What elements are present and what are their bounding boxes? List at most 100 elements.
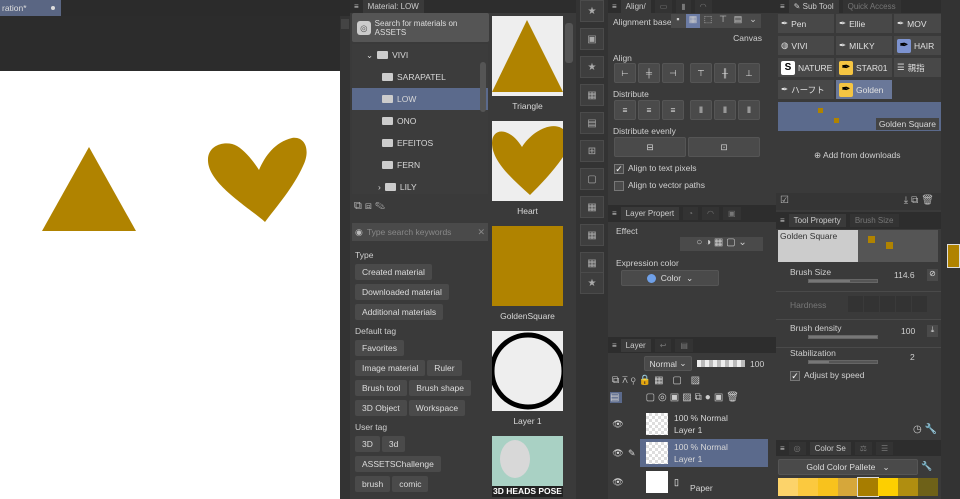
pressure-icon[interactable]: ⊘ — [927, 269, 938, 281]
color-set-tab[interactable]: Color Se — [809, 441, 851, 455]
layer-row[interactable]: 👁 100 % Normal Layer 1 — [608, 410, 768, 438]
distribute-vcenter-button[interactable]: ≡ — [638, 100, 660, 120]
folder-low[interactable]: LOW — [352, 88, 488, 110]
paper-layer-row[interactable]: 👁 ▯ Paper — [608, 468, 768, 496]
folder-vivi[interactable]: ⌄ VIVI — [352, 44, 488, 66]
align-right-button[interactable]: ⊣ — [662, 63, 684, 83]
frame-folder-icon[interactable]: ▤ — [580, 112, 604, 134]
color-swatch[interactable] — [778, 478, 798, 496]
distribute-evenly-vertical-button[interactable]: ⊟ — [614, 137, 686, 157]
subtool-halftone[interactable]: ✒ ハーフト — [778, 80, 834, 99]
tag-comic[interactable]: comic — [392, 476, 429, 492]
subtool-nature[interactable]: S NATURE — [778, 58, 834, 77]
tag-assetschallenge[interactable]: ASSETSChallenge — [355, 456, 441, 472]
align-left-button[interactable]: ⊢ — [614, 63, 636, 83]
grid-folder-icon[interactable]: ▦ — [580, 196, 604, 218]
wrench-icon[interactable]: 🔧 — [925, 424, 937, 435]
material-item-heart[interactable] — [492, 121, 563, 201]
tag-3d[interactable]: 3d — [381, 436, 406, 452]
color-swatch[interactable] — [798, 478, 818, 496]
tab-3[interactable]: ▤ — [675, 338, 693, 352]
hardness-selector[interactable] — [848, 296, 928, 312]
tag-favorites[interactable]: Favorites — [355, 340, 404, 356]
tag-3D[interactable]: 3D — [355, 436, 380, 452]
chevron-down-icon[interactable]: ⌄ — [746, 14, 760, 28]
subtool-hair[interactable]: ✒ HAIR — [894, 36, 941, 55]
tag-ruler[interactable]: Ruler — [427, 360, 462, 376]
layer-row-selected[interactable]: 👁 ✎ 100 % Normal Layer 1 — [608, 439, 768, 467]
download-icon[interactable]: ⤓ — [927, 325, 938, 337]
canvas-paper[interactable] — [0, 71, 340, 499]
menu-icon[interactable]: ≡ — [612, 2, 617, 11]
menu-icon[interactable]: ≡ — [354, 2, 359, 11]
material-item-layer1[interactable] — [489, 331, 567, 411]
tag-3d-object[interactable]: 3D Object — [355, 400, 407, 416]
material-item-3d-heads[interactable]: 3D HEADS POSE — [492, 436, 563, 497]
color-swatch[interactable] — [918, 478, 938, 496]
stabilization-slider[interactable] — [808, 360, 878, 364]
reset-icon[interactable]: ◷ — [913, 424, 922, 435]
align-text-pixels-checkbox[interactable]: ✓ Align to text pixels — [614, 163, 697, 174]
brush-size-tab[interactable]: Brush Size — [849, 214, 899, 227]
distribute-evenly-horizontal-button[interactable]: ⊡ — [688, 137, 760, 157]
menu-icon[interactable]: ≡ — [780, 2, 785, 11]
alignment-base-selector[interactable]: ▪ ▦ ⬚ ⊤ ▤ ⌄ — [671, 14, 761, 28]
align-hcenter-button[interactable]: ╪ — [638, 63, 660, 83]
tab-4[interactable]: ☰ — [875, 441, 894, 455]
base-area-icon[interactable]: ⬚ — [701, 14, 715, 28]
tag-brush[interactable]: brush — [355, 476, 391, 492]
material-item-goldensquare[interactable] — [492, 226, 563, 306]
effect-buttons[interactable]: ○ ◑ ▦ ▢ ⌄ — [680, 237, 763, 251]
thumb-scrollbar[interactable] — [565, 23, 573, 63]
folder-ono[interactable]: ONO — [352, 110, 488, 132]
wrench-icon[interactable]: 🔧 — [921, 461, 932, 472]
subtool-ellie[interactable]: ✒ Ellie — [836, 14, 892, 33]
pattern-folder-icon[interactable]: ⊞ — [580, 140, 604, 162]
add-from-downloads-button[interactable]: ⊕ Add from downloads — [814, 150, 901, 161]
menu-icon[interactable]: ≡ — [612, 209, 617, 218]
eye-icon[interactable]: 👁 — [608, 448, 628, 459]
base-object-icon[interactable]: ▤ — [731, 14, 745, 28]
tab-3[interactable]: ◠ — [701, 207, 719, 220]
base-selection-icon[interactable]: ▪ — [671, 14, 685, 28]
box-folder-icon[interactable]: ▢ — [580, 168, 604, 190]
star-folder-icon[interactable]: ★ — [580, 56, 604, 78]
eye-icon[interactable]: 👁 — [608, 419, 628, 430]
grid2-folder-icon[interactable]: ▦ — [580, 224, 604, 246]
menu-icon[interactable]: ≡ — [780, 444, 785, 453]
settings-icon[interactable]: ☑ — [780, 195, 789, 206]
subtool-pen[interactable]: ✒ Pen — [778, 14, 834, 33]
folder-fern[interactable]: FERN — [352, 154, 488, 176]
tab-4[interactable]: ◠ — [694, 0, 712, 13]
tag-additional[interactable]: Additional materials — [355, 304, 444, 320]
tag-workspace[interactable]: Workspace — [408, 400, 466, 416]
tab-2[interactable]: ◔ — [683, 207, 698, 220]
quick-access-tab[interactable]: Quick Access — [842, 0, 901, 13]
align-top-button[interactable]: ⊤ — [690, 63, 712, 83]
new-folder-icon[interactable]: ⧉ — [354, 200, 362, 212]
distribute-hcenter-button[interactable]: ⦀ — [714, 100, 736, 120]
color-wheel-tab[interactable]: ◎ — [788, 441, 806, 455]
image-folder-icon[interactable]: ▣ — [580, 28, 604, 50]
keyword-search[interactable]: ◉ Type search keywords ✕ — [352, 223, 488, 241]
layer-property-tab[interactable]: Layer Propert — [620, 207, 680, 220]
canvas-tab[interactable]: ration* — [0, 0, 61, 16]
trash-icon[interactable]: 🗑 — [921, 195, 937, 206]
subtool-mov[interactable]: ✒ MOV — [894, 14, 941, 33]
distribute-bottom-button[interactable]: ≡ — [662, 100, 684, 120]
delete-folder-icon[interactable]: ⧈ — [365, 200, 372, 212]
tag-brush-shape[interactable]: Brush shape — [409, 380, 472, 396]
tab-3[interactable]: ⚖ — [854, 441, 872, 455]
menu-icon[interactable]: ≡ — [780, 216, 785, 225]
adjust-by-speed-checkbox[interactable]: ✓ Adjust by speed — [790, 370, 864, 381]
blend-mode-select[interactable]: Normal ⌄ — [644, 356, 692, 371]
subtool-tab[interactable]: ✎ Sub Tool — [788, 0, 839, 13]
align-vcenter-button[interactable]: ╫ — [714, 63, 736, 83]
subtool-vivi[interactable]: ◍ VIVI — [778, 36, 834, 55]
align-bottom-button[interactable]: ⊥ — [738, 63, 760, 83]
tab-3[interactable]: ▮ — [676, 0, 691, 13]
clear-icon[interactable]: ✕ — [477, 227, 485, 238]
tab-2[interactable]: ▭ — [654, 0, 673, 13]
tree-scrollbar[interactable] — [480, 62, 486, 112]
star2-folder-icon[interactable]: ★ — [580, 272, 604, 294]
